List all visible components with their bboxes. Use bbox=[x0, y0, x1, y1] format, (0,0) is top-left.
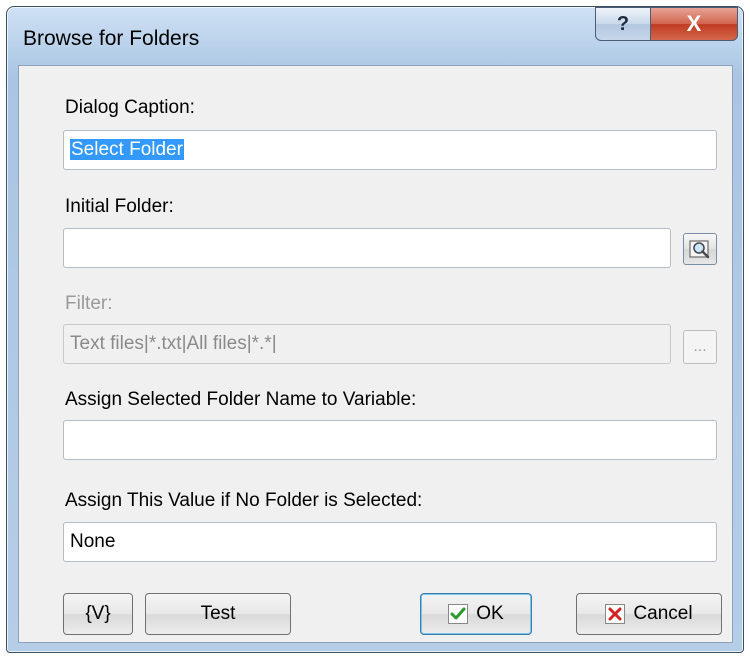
dialog-caption-value: Select Folder bbox=[70, 139, 184, 160]
ok-label: OK bbox=[476, 603, 504, 624]
filter-label: Filter: bbox=[65, 293, 113, 314]
cancel-label: Cancel bbox=[633, 603, 693, 624]
help-icon: ? bbox=[616, 13, 630, 35]
filter-browse-button: ... bbox=[683, 330, 717, 364]
no-folder-value-input[interactable]: None bbox=[63, 522, 717, 562]
filter-input: Text files|*.txt|All files|*.*| bbox=[63, 324, 671, 364]
dialog-caption-input[interactable]: Select Folder bbox=[63, 130, 717, 170]
browse-folder-button[interactable] bbox=[683, 233, 717, 265]
assign-variable-label: Assign Selected Folder Name to Variable: bbox=[65, 389, 417, 410]
x-icon bbox=[605, 604, 626, 624]
test-button[interactable]: Test bbox=[145, 593, 291, 635]
close-icon: X bbox=[686, 11, 702, 36]
close-button[interactable]: X bbox=[650, 7, 738, 41]
initial-folder-input[interactable] bbox=[63, 228, 671, 268]
check-icon bbox=[448, 604, 469, 624]
no-folder-value-label: Assign This Value if No Folder is Select… bbox=[65, 490, 423, 511]
dialog-body: Dialog Caption: Select Folder Initial Fo… bbox=[18, 65, 733, 643]
variables-button[interactable]: {V} bbox=[63, 593, 133, 635]
dialog-caption-label: Dialog Caption: bbox=[65, 97, 195, 118]
cancel-button[interactable]: Cancel bbox=[576, 593, 722, 635]
initial-folder-label: Initial Folder: bbox=[65, 196, 174, 217]
dialog-window: Browse for Folders ? X Dialog Caption: S… bbox=[6, 6, 744, 653]
browse-icon bbox=[689, 240, 710, 259]
assign-variable-input[interactable] bbox=[63, 420, 717, 460]
help-button[interactable]: ? bbox=[595, 7, 651, 41]
window-title: Browse for Folders bbox=[23, 27, 200, 50]
ok-button[interactable]: OK bbox=[420, 593, 532, 635]
